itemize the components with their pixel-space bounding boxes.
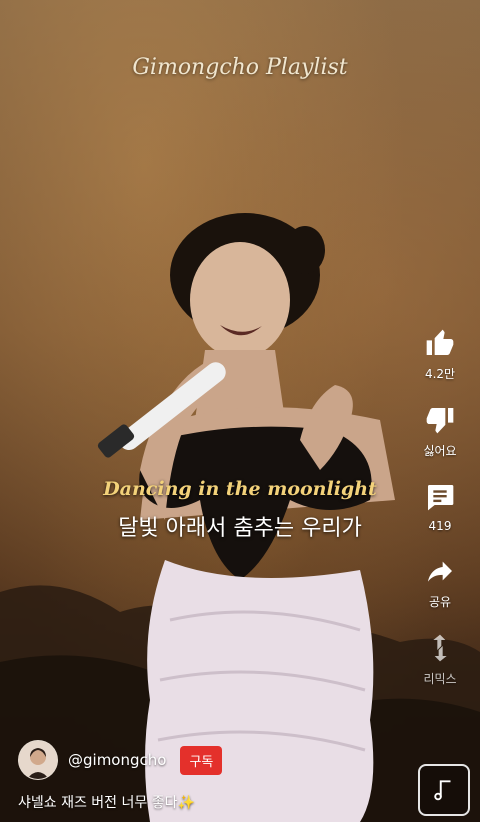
remix-icon [422,630,458,666]
thumbs-down-icon [422,402,458,438]
like-button[interactable]: 4.2만 [422,325,458,382]
like-count: 4.2만 [424,367,456,381]
music-note-icon [434,780,451,801]
channel-row: @gimongcho 구독 [18,740,223,780]
lyric-korean: 달빛 아래서 춤추는 우리가 [118,516,362,541]
comments-button[interactable]: 419 [422,479,458,533]
performer-silhouette [97,213,395,822]
comment-icon [422,479,458,515]
remix-label: 리믹스 [423,672,457,686]
thumbs-up-icon [422,325,458,361]
dislike-button[interactable]: 싫어요 [422,402,458,459]
channel-handle[interactable]: @gimongcho [68,751,166,769]
comment-count: 419 [428,519,452,533]
shorts-video-frame[interactable]: Gimongcho Playlist Dancing in the moonli… [0,0,480,822]
sound-button[interactable] [418,764,470,816]
remix-button[interactable]: 리믹스 [422,630,458,687]
video-title-overlay: Gimongcho Playlist [132,55,348,80]
action-rail: 4.2만 싫어요 419 공유 리믹스 [412,325,468,707]
lyric-english: Dancing in the moonlight [103,478,377,500]
channel-avatar[interactable] [18,740,58,780]
share-button[interactable]: 공유 [422,553,458,610]
share-arrow-icon [422,553,458,589]
share-label: 공유 [428,595,452,609]
subscribe-button[interactable]: 구독 [180,745,223,775]
video-caption[interactable]: 샤넬쇼 재즈 버전 너무 좋다✨ [18,792,195,812]
dislike-label: 싫어요 [423,444,457,458]
